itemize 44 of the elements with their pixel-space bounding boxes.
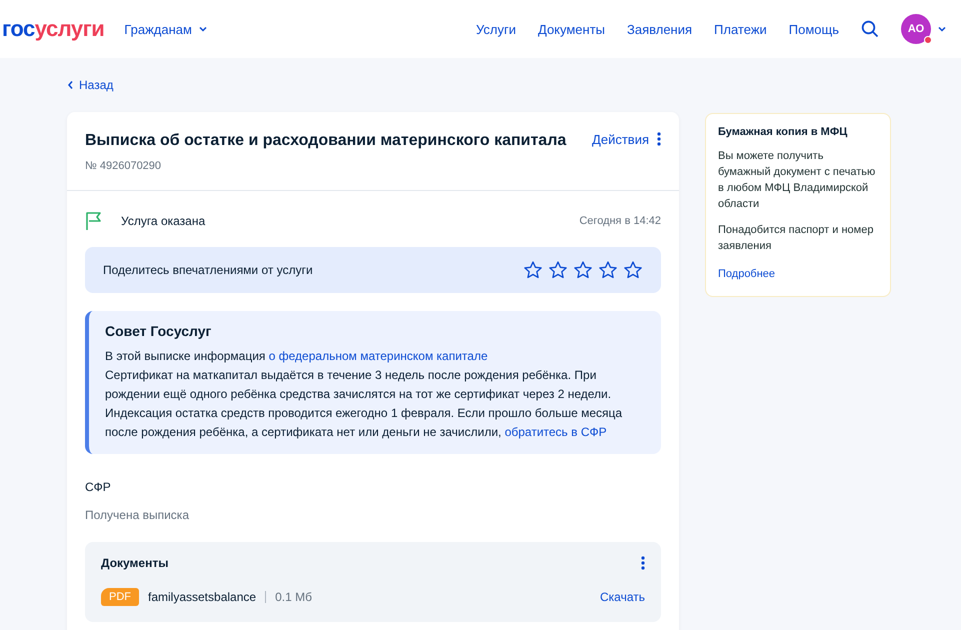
chevron-icon[interactable] [937,24,947,34]
order-number: № 4926070290 [85,160,162,172]
more-icon [657,132,661,146]
advice-link[interactable]: обратитесь в СФР [504,425,607,439]
status-label: Услуга оказана [121,214,206,228]
star-icon[interactable] [523,260,543,280]
more-icon [641,556,645,570]
user-avatar[interactable]: АО [901,14,931,44]
file-size: 0.1 Мб [275,590,312,604]
more-button[interactable] [641,556,645,570]
back-icon [67,80,74,90]
advice-text: В этой выписке информация о федеральном материнском капитале [105,348,489,365]
nav-link[interactable]: Заявления [627,22,692,36]
advice-title: Совет Госуслуг [105,323,212,339]
info-text: Понадобится паспорт и номер заявления [718,223,874,254]
nav-link[interactable]: Документы [538,22,606,36]
back-link[interactable]: Назад [67,78,114,92]
star-icon[interactable] [548,260,568,280]
logo[interactable]: госуслуги [2,16,104,42]
file-name: familyassetsbalance [148,590,256,604]
rating-prompt: Поделитесь впечатлениями от услуги [103,263,313,277]
order-title: Выписка об остатке и расходовании материнского капитала [85,132,566,150]
advice-link[interactable]: о федеральном материнском капитале [268,349,488,363]
star-icon[interactable] [573,260,593,280]
actions-button[interactable]: Действия [592,132,661,172]
flag-icon [85,211,103,231]
info-title: Бумажная копия в МФЦ [718,126,848,138]
documents-title: Документы [101,556,168,570]
star-icon[interactable] [623,260,643,280]
more-link[interactable]: Подробнее [718,268,776,280]
nav-link[interactable]: Платежи [714,22,767,36]
audience-dropdown[interactable]: Гражданам [124,22,208,36]
advice-text: Сертификат на маткапитал выдаётся в течение 3 недель после рождения ребёнка. При рождении ещё одного ребёнка средства зачислятся на тот же сертификат через 2 недели. Индексация остатка средств проводится ежегодно 1 февраля. Если прошло больше месяца после рождения ребёнка, а сертификата нет или деньги не зачислили, обратитесь в СФР [105,367,624,441]
status-time: Сегодня в 14:42 [579,215,661,227]
agency-name: СФР [85,480,112,494]
search-icon[interactable] [861,20,879,38]
result-text: Получена выписка [85,508,190,522]
nav-link[interactable]: Услуги [476,22,516,36]
info-text: Вы можете получить бумажный документ с печатью в любом МФЦ Владимирской области [718,149,876,212]
file-type-badge: PDF [101,588,139,606]
star-icon[interactable] [598,260,618,280]
chevron-icon [198,24,208,34]
download-link[interactable]: Скачать [600,590,645,604]
nav-link[interactable]: Помощь [788,22,839,36]
